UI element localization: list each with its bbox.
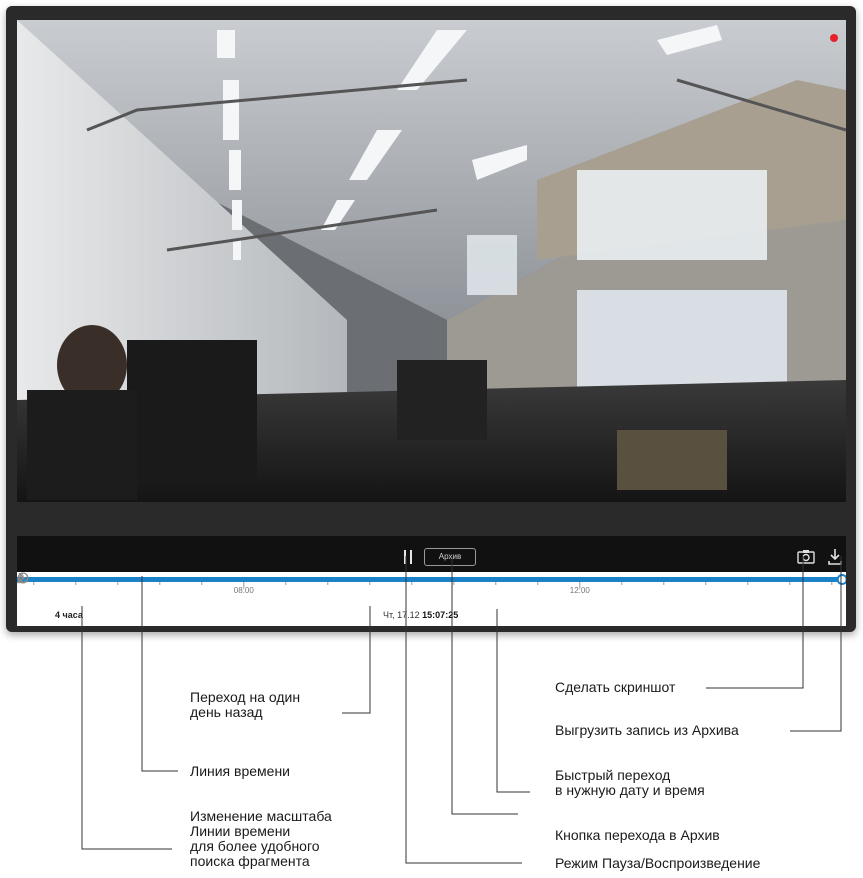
- annotation-prev-day: Переход на один день назад: [190, 689, 301, 720]
- annotation-screenshot: Сделать скриншот: [555, 679, 676, 695]
- annotation-jump: Быстрый переход в нужную дату и время: [555, 767, 705, 798]
- annotation-zoom: Изменение масштаба Линии времени для бол…: [190, 808, 332, 869]
- annotation-timeline: Линия времени: [190, 763, 291, 779]
- annotation-leader-lines: [81, 556, 842, 864]
- annotation-pause: Режим Пауза/Воспроизведение: [555, 855, 761, 871]
- annotation-export: Выгрузить запись из Архива: [555, 722, 739, 738]
- annotation-archive: Кнопка перехода в Архив: [555, 827, 720, 843]
